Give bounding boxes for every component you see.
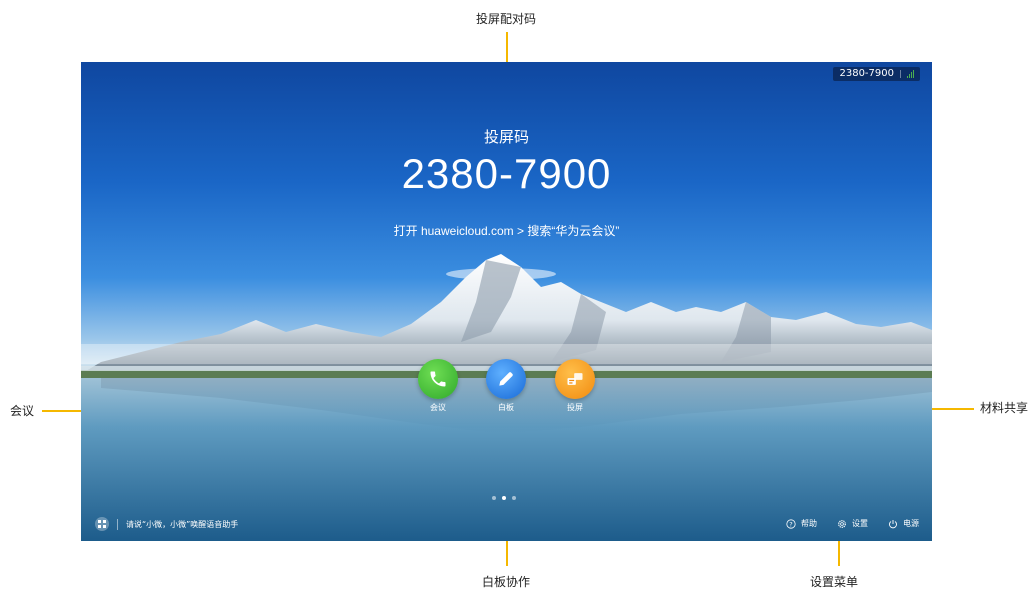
bottom-menu: ? 帮助 设置 电源 <box>786 518 919 529</box>
divider <box>117 518 118 530</box>
top-pairing-code: 2380-7900 <box>839 68 894 79</box>
annotation-whiteboard: 白板协作 <box>482 575 531 589</box>
power-label: 电源 <box>903 519 919 528</box>
settings-button[interactable]: 设置 <box>837 518 868 529</box>
settings-label: 设置 <box>852 519 868 528</box>
signal-icon <box>907 70 914 78</box>
page-dot[interactable] <box>492 496 496 500</box>
grid-icon <box>98 520 106 528</box>
pairing-code-title: 投屏码 <box>483 129 529 146</box>
whiteboard-label: 白板 <box>498 403 514 412</box>
whiteboard-button[interactable]: 白板 <box>484 359 528 415</box>
top-status-pill: 2380-7900 <box>833 67 920 81</box>
annotation-settings-menu: 设置菜单 <box>810 575 859 589</box>
device-screen: 2380-7900 投屏码 2380-7900 打开 huaweicloud.c… <box>81 62 932 541</box>
connect-hint: 打开 huaweicloud.com > 搜索“华为云会议” <box>393 224 620 238</box>
divider <box>900 70 901 78</box>
svg-text:?: ? <box>789 520 792 528</box>
page-dot-active[interactable] <box>502 496 506 500</box>
voice-hint: 请说“小微，小微”唤醒语音助手 <box>126 519 239 529</box>
help-icon: ? <box>786 518 796 529</box>
share-screen-button[interactable]: 投屏 <box>553 359 597 415</box>
share-screen-icon <box>555 359 595 399</box>
share-screen-label: 投屏 <box>567 403 583 412</box>
page-indicator[interactable] <box>492 496 516 500</box>
help-label: 帮助 <box>801 519 817 528</box>
annotation-material-share: 材料共享 <box>980 401 1029 415</box>
phone-icon <box>418 359 458 399</box>
power-button[interactable]: 电源 <box>888 518 919 529</box>
voice-assistant-bar: 请说“小微，小微”唤醒语音助手 <box>95 517 238 531</box>
pen-icon <box>486 359 526 399</box>
pairing-code: 2380-7900 <box>401 150 612 197</box>
apps-grid-button[interactable] <box>95 517 109 531</box>
help-button[interactable]: ? 帮助 <box>786 518 817 529</box>
page-dot[interactable] <box>512 496 516 500</box>
annotation-pairing-code: 投屏配对码 <box>476 12 537 26</box>
meeting-button[interactable]: 会议 <box>416 359 460 415</box>
meeting-label: 会议 <box>430 403 446 412</box>
annotation-meeting: 会议 <box>10 404 35 418</box>
power-icon <box>889 519 897 528</box>
gear-icon <box>838 519 846 528</box>
